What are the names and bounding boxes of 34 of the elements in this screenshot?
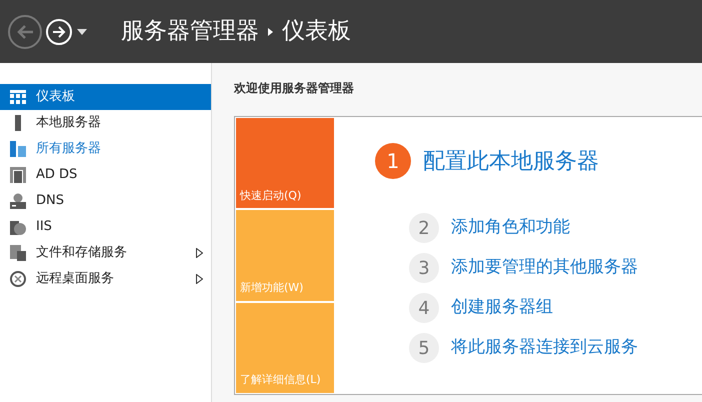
remote-desktop-icon	[10, 271, 26, 287]
step-link[interactable]: 创建服务器组	[451, 295, 553, 321]
sidebar-item[interactable]: DNS	[0, 188, 211, 214]
section-title: 欢迎使用服务器管理器	[234, 80, 355, 97]
servers-icon	[10, 141, 26, 157]
breadcrumb-item[interactable]: 服务器管理器	[121, 14, 259, 49]
step-number: 4	[409, 293, 439, 323]
sidebar-item[interactable]: 本地服务器	[0, 110, 211, 136]
step-link[interactable]: 添加角色和功能	[451, 215, 570, 241]
sidebar-item[interactable]: 文件和存储服务	[0, 240, 211, 266]
sidebar-item[interactable]: 远程桌面服务	[0, 266, 211, 292]
dns-server-icon	[10, 193, 26, 209]
sidebar-item[interactable]: 仪表板	[0, 84, 211, 110]
sidebar-item[interactable]: 所有服务器	[0, 136, 211, 162]
dashboard-icon	[10, 90, 26, 104]
back-arrow-icon	[16, 24, 34, 40]
step-link[interactable]: 将此服务器连接到云服务	[451, 335, 638, 361]
step-number: 2	[409, 213, 439, 243]
sidebar-item[interactable]: IIS	[0, 214, 211, 240]
dropdown-caret-icon[interactable]	[77, 28, 87, 34]
step-number: 1	[375, 143, 411, 179]
tile-tab[interactable]: 快速启动(Q)	[236, 118, 334, 208]
web-server-icon	[10, 219, 26, 235]
directory-server-icon	[10, 167, 26, 183]
step-link[interactable]: 配置此本地服务器	[423, 144, 599, 178]
step-number: 3	[409, 253, 439, 283]
step-number: 5	[409, 333, 439, 363]
file-server-icon	[10, 245, 26, 261]
forward-button[interactable]	[46, 18, 72, 44]
breadcrumb-item[interactable]: 仪表板	[282, 14, 351, 49]
forward-arrow-icon	[52, 26, 66, 38]
breadcrumb-separator-icon	[268, 28, 273, 36]
step-link[interactable]: 添加要管理的其他服务器	[451, 255, 638, 281]
sidebar-item[interactable]: AD DS	[0, 162, 211, 188]
